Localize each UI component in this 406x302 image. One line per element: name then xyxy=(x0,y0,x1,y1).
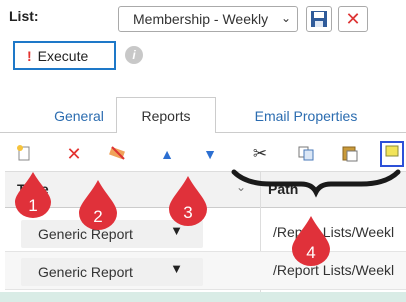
delete-icon[interactable]: ✕ xyxy=(64,144,84,164)
save-button[interactable] xyxy=(306,6,332,32)
svg-text:3: 3 xyxy=(183,203,192,222)
close-icon: ✕ xyxy=(345,9,361,29)
list-select[interactable]: Membership - Weekly ⌄ xyxy=(118,6,298,32)
list-label: List: xyxy=(9,8,39,24)
info-icon[interactable]: i xyxy=(125,46,143,64)
marker-4: 4 xyxy=(292,216,330,266)
type-select[interactable]: Generic Report ▼ xyxy=(21,258,203,286)
tab-email-properties[interactable]: Email Properties xyxy=(236,100,376,132)
tab-reports[interactable]: Reports xyxy=(116,97,216,133)
marker-1: 1 xyxy=(15,172,51,218)
table-row[interactable]: Generic Report ▼ /Report Lists/Weekl xyxy=(5,252,406,290)
execute-button[interactable]: ! Execute xyxy=(13,41,116,70)
type-select-value: Generic Report xyxy=(38,264,133,280)
move-up-icon[interactable]: ▲ xyxy=(157,144,177,164)
marker-3: 3 xyxy=(169,176,207,226)
brace-annotation-icon xyxy=(231,169,401,198)
svg-text:2: 2 xyxy=(93,207,102,226)
move-down-icon[interactable]: ▼ xyxy=(200,144,220,164)
svg-text:4: 4 xyxy=(306,243,315,262)
marker-2: 2 xyxy=(79,180,117,230)
exclamation-icon: ! xyxy=(27,48,32,64)
clear-icon[interactable] xyxy=(108,144,128,164)
svg-text:1: 1 xyxy=(28,196,37,215)
list-select-value: Membership - Weekly xyxy=(133,11,269,27)
execute-label: Execute xyxy=(37,48,89,64)
new-report-icon[interactable] xyxy=(14,144,34,164)
tab-general[interactable]: General xyxy=(44,100,114,132)
caret-down-icon: ▼ xyxy=(170,261,183,276)
save-icon xyxy=(311,11,327,27)
grid-footer-strip xyxy=(0,292,406,302)
close-button[interactable]: ✕ xyxy=(338,6,368,32)
chevron-down-icon: ⌄ xyxy=(280,11,291,25)
